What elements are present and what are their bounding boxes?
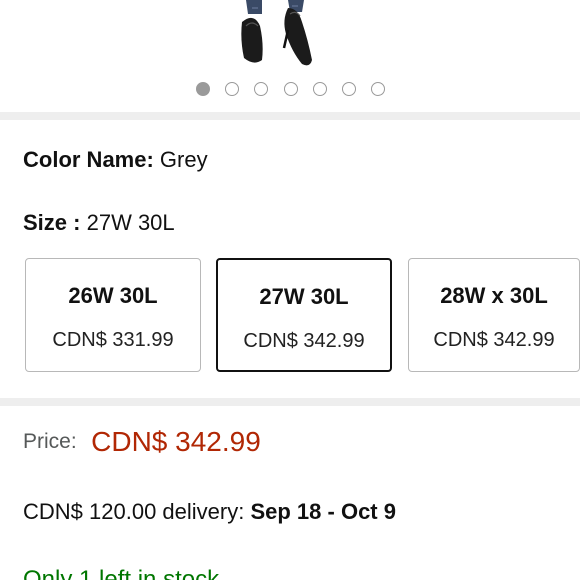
size-value: 27W 30L bbox=[86, 210, 175, 235]
size-option-name: 27W 30L bbox=[259, 284, 349, 309]
carousel-dot[interactable] bbox=[254, 82, 269, 96]
price-label: Price: bbox=[23, 430, 77, 453]
shoe-product-image bbox=[241, 0, 312, 66]
size-option-26w-30l[interactable]: 26W 30L CDN$ 331.99 bbox=[25, 258, 201, 372]
color-value: Grey bbox=[159, 147, 208, 172]
size-row: Size : 27W 30L bbox=[23, 210, 175, 236]
carousel-dot[interactable] bbox=[342, 82, 356, 96]
color-name-row: Color Name: Grey bbox=[23, 147, 208, 173]
size-option-28w-x-30l[interactable]: 28W x 30L CDN$ 342.99 bbox=[408, 258, 580, 372]
carousel-dot[interactable] bbox=[312, 82, 327, 96]
size-label: Size : bbox=[23, 210, 81, 235]
carousel-dot[interactable] bbox=[371, 82, 386, 96]
delivery-cost: CDN$ 120.00 delivery: bbox=[23, 499, 245, 524]
price-value: CDN$ 342.99 bbox=[91, 426, 261, 457]
carousel-dot[interactable] bbox=[283, 82, 298, 96]
size-option-name: 28W x 30L bbox=[440, 283, 548, 308]
carousel-dot[interactable] bbox=[225, 82, 240, 96]
price-row: Price: CDN$ 342.99 bbox=[23, 426, 261, 460]
size-option-price: CDN$ 342.99 bbox=[433, 329, 555, 351]
size-option-27w-30l[interactable]: 27W 30L CDN$ 342.99 bbox=[216, 258, 392, 372]
carousel-dot[interactable] bbox=[196, 82, 210, 96]
product-image-carousel[interactable] bbox=[0, 0, 580, 112]
delivery-dates: Sep 18 - Oct 9 bbox=[250, 499, 396, 524]
stock-status: Only 1 left in stock. bbox=[23, 566, 226, 580]
carousel-dots bbox=[0, 82, 580, 98]
delivery-row: CDN$ 120.00 delivery: Sep 18 - Oct 9 bbox=[23, 499, 396, 525]
size-option-price: CDN$ 331.99 bbox=[52, 329, 174, 351]
color-label: Color Name: bbox=[23, 147, 154, 172]
size-option-name: 26W 30L bbox=[68, 283, 158, 308]
section-divider bbox=[0, 112, 580, 120]
section-divider bbox=[0, 398, 580, 406]
size-option-price: CDN$ 342.99 bbox=[243, 330, 365, 352]
